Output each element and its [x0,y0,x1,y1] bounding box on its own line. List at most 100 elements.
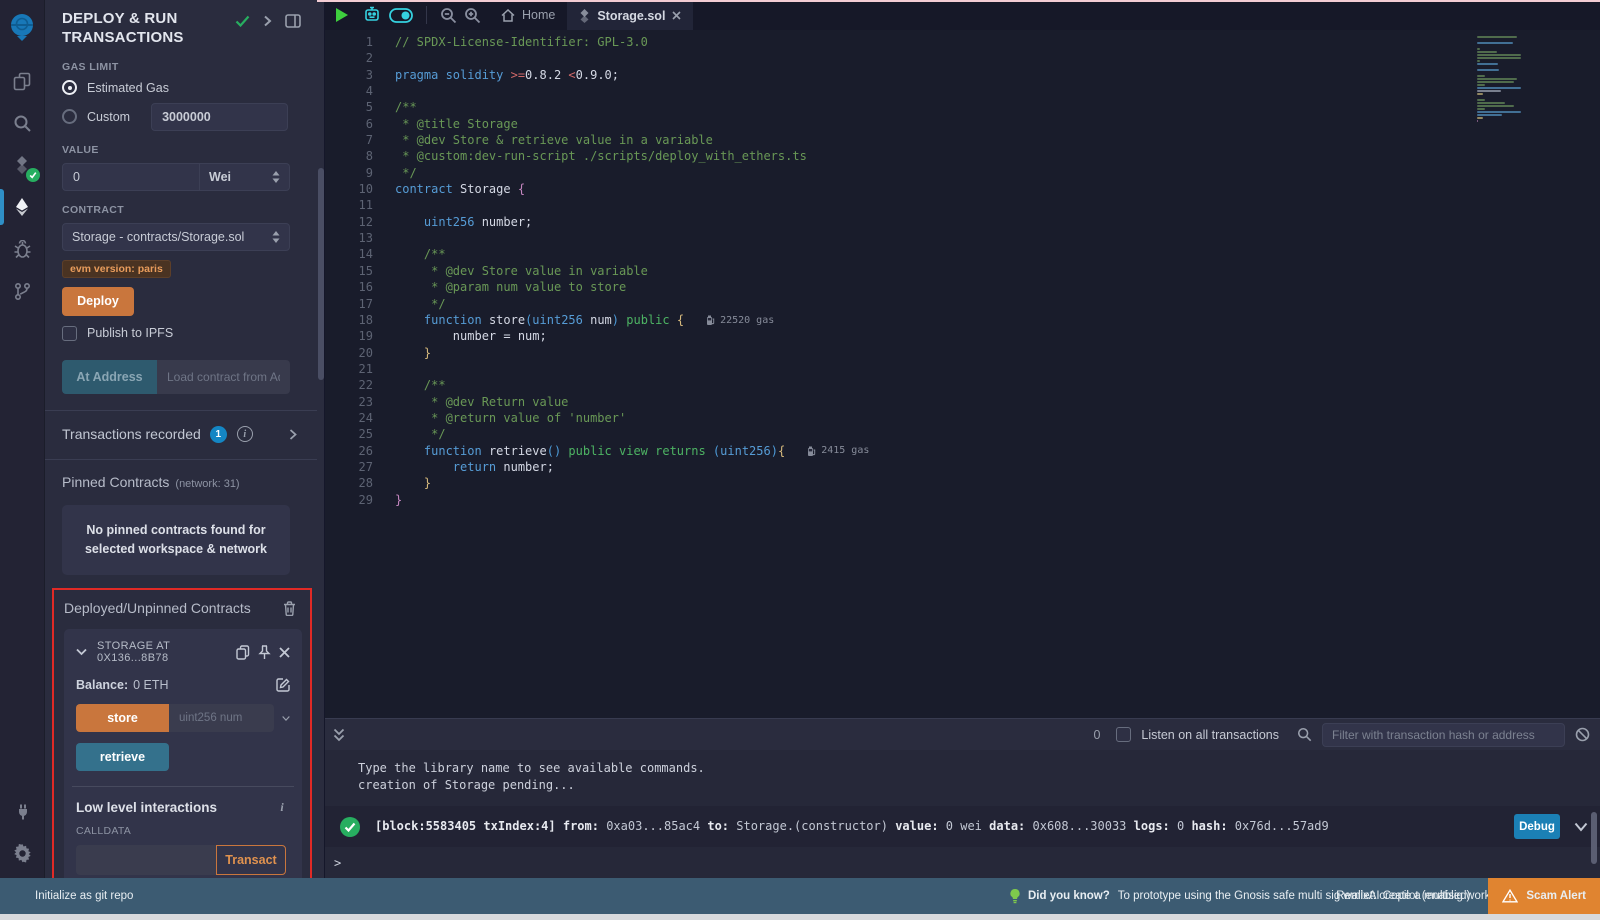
divider [45,459,317,460]
plugin-manager-icon[interactable] [0,790,45,832]
value-unit-select[interactable]: Wei [200,163,290,191]
tab-home[interactable]: Home [489,0,567,30]
file-explorer-icon[interactable] [0,60,45,102]
panel-forward-icon[interactable] [263,15,272,27]
publish-ipfs-option[interactable]: Publish to IPFS [62,326,311,341]
code-line: 16 * @param num value to store [325,279,1600,295]
code-line: 14 /** [325,246,1600,262]
warning-triangle-icon [1502,889,1518,903]
terminal-line: Type the library name to see available c… [358,760,1600,777]
edit-balance-icon[interactable] [276,678,290,692]
code-line: 4 [325,83,1600,99]
panel-scrollbar-thumb[interactable] [318,168,324,380]
deploy-button[interactable]: Deploy [62,287,134,316]
transactions-info-icon[interactable]: i [237,426,253,442]
code-line: 11 [325,197,1600,213]
transactions-recorded-row[interactable]: Transactions recorded 1 i [62,426,311,443]
code-editor[interactable]: 1// SPDX-License-Identifier: GPL-3.023pr… [325,30,1600,718]
gas-limit-label: GAS LIMIT [62,61,311,73]
collapse-instance-icon[interactable] [76,648,87,656]
terminal-scrollbar-thumb[interactable] [1591,812,1597,864]
remix-logo-icon[interactable] [0,6,45,48]
zoom-out-icon[interactable] [440,7,457,24]
custom-gas-input[interactable] [151,103,288,131]
git-init-status[interactable]: Initialize as git repo [35,890,133,902]
terminal-filter-input[interactable] [1322,723,1565,747]
contract-instance-card: STORAGE AT 0X136...8B78 Balance: 0 ETH s… [64,629,302,878]
ai-assistant-icon[interactable] [362,6,382,24]
search-icon[interactable] [0,102,45,144]
value-unit: Wei [209,170,231,184]
tab-storage-sol[interactable]: Storage.sol [567,0,693,30]
code-line: 17 */ [325,296,1600,312]
contract-select[interactable]: Storage - contracts/Storage.sol [62,223,290,251]
window-top-edge [317,0,1600,2]
code-line: 3pragma solidity >=0.8.2 <0.9.0; [325,67,1600,83]
code-line: 24 * @return value of 'number' [325,410,1600,426]
clear-instances-trash-icon[interactable] [283,601,296,616]
editor-minimap[interactable] [1477,36,1523,122]
env-ok-check-icon [235,15,250,27]
code-line: 19 number = num; [325,328,1600,344]
code-line: 23 * @dev Return value [325,394,1600,410]
pin-panel-icon[interactable] [285,14,301,28]
at-address-input[interactable] [157,360,290,394]
code-line: 25 */ [325,426,1600,442]
code-line: 13 [325,230,1600,246]
estimated-gas-option[interactable]: Estimated Gas [62,80,311,96]
deploy-and-run-icon[interactable] [0,186,45,228]
calldata-label: CALLDATA [76,825,290,837]
settings-gear-icon[interactable] [0,832,45,874]
custom-gas-option[interactable]: Custom [62,103,311,131]
transact-button[interactable]: Transact [216,845,286,875]
listen-transactions-checkbox[interactable] [1116,727,1131,742]
calldata-input[interactable] [76,845,216,875]
low-level-info-icon[interactable]: i [274,799,290,815]
zoom-in-icon[interactable] [464,7,481,24]
debug-button[interactable]: Debug [1514,814,1560,839]
debugger-icon[interactable] [0,228,45,270]
contract-selected: Storage - contracts/Storage.sol [72,230,244,244]
scam-alert-button[interactable]: Scam Alert [1488,878,1600,914]
retrieve-function-button[interactable]: retrieve [76,743,169,771]
pin-instance-icon[interactable] [258,645,271,660]
transaction-log-row[interactable]: [block:5583405 txIndex:4] from: 0xa03...… [325,806,1600,847]
git-icon[interactable] [0,270,45,312]
clear-console-icon[interactable] [1575,727,1590,742]
collapse-terminal-icon[interactable] [333,728,345,742]
copilot-toggle-icon[interactable] [389,8,413,23]
custom-gas-radio[interactable] [62,109,77,124]
close-tab-icon[interactable] [672,11,681,20]
stepper-arrows-icon [272,171,280,183]
at-address-button[interactable]: At Address [62,360,157,394]
run-script-icon[interactable] [335,7,349,23]
pinned-network-label: (network: 31) [175,478,239,490]
publish-ipfs-checkbox[interactable] [62,326,77,341]
terminal-prompt[interactable]: > [325,847,1600,872]
panel-title: DEPLOY & RUN TRANSACTIONS [62,10,232,48]
store-function-button[interactable]: store [76,704,169,732]
scam-alert-label: Scam Alert [1526,890,1586,902]
tx-success-icon [339,816,361,838]
value-input[interactable] [62,163,200,191]
tab-storage-label: Storage.sol [597,9,665,23]
expand-args-icon[interactable] [282,714,290,723]
contract-label: CONTRACT [62,204,311,216]
home-icon [501,9,515,22]
remove-instance-icon[interactable] [279,647,290,658]
toolbar-separator [426,6,427,24]
solidity-compiler-icon[interactable] [0,144,45,186]
custom-gas-label: Custom [87,110,130,124]
copilot-status[interactable]: RemixAI Copilot (enabled) [1336,890,1470,902]
panel-scrollbar[interactable] [317,0,325,878]
transactions-expand-icon[interactable] [289,429,297,440]
store-arg-input[interactable] [169,704,274,732]
value-label: VALUE [62,144,311,156]
code-line: 26 function retrieve() public view retur… [325,443,1600,459]
expand-log-icon[interactable] [1574,822,1588,832]
code-line: 22 /** [325,377,1600,393]
code-line: 21 [325,361,1600,377]
estimated-gas-radio[interactable] [62,80,77,95]
terminal[interactable]: Type the library name to see available c… [325,750,1600,878]
copy-address-icon[interactable] [236,645,250,660]
